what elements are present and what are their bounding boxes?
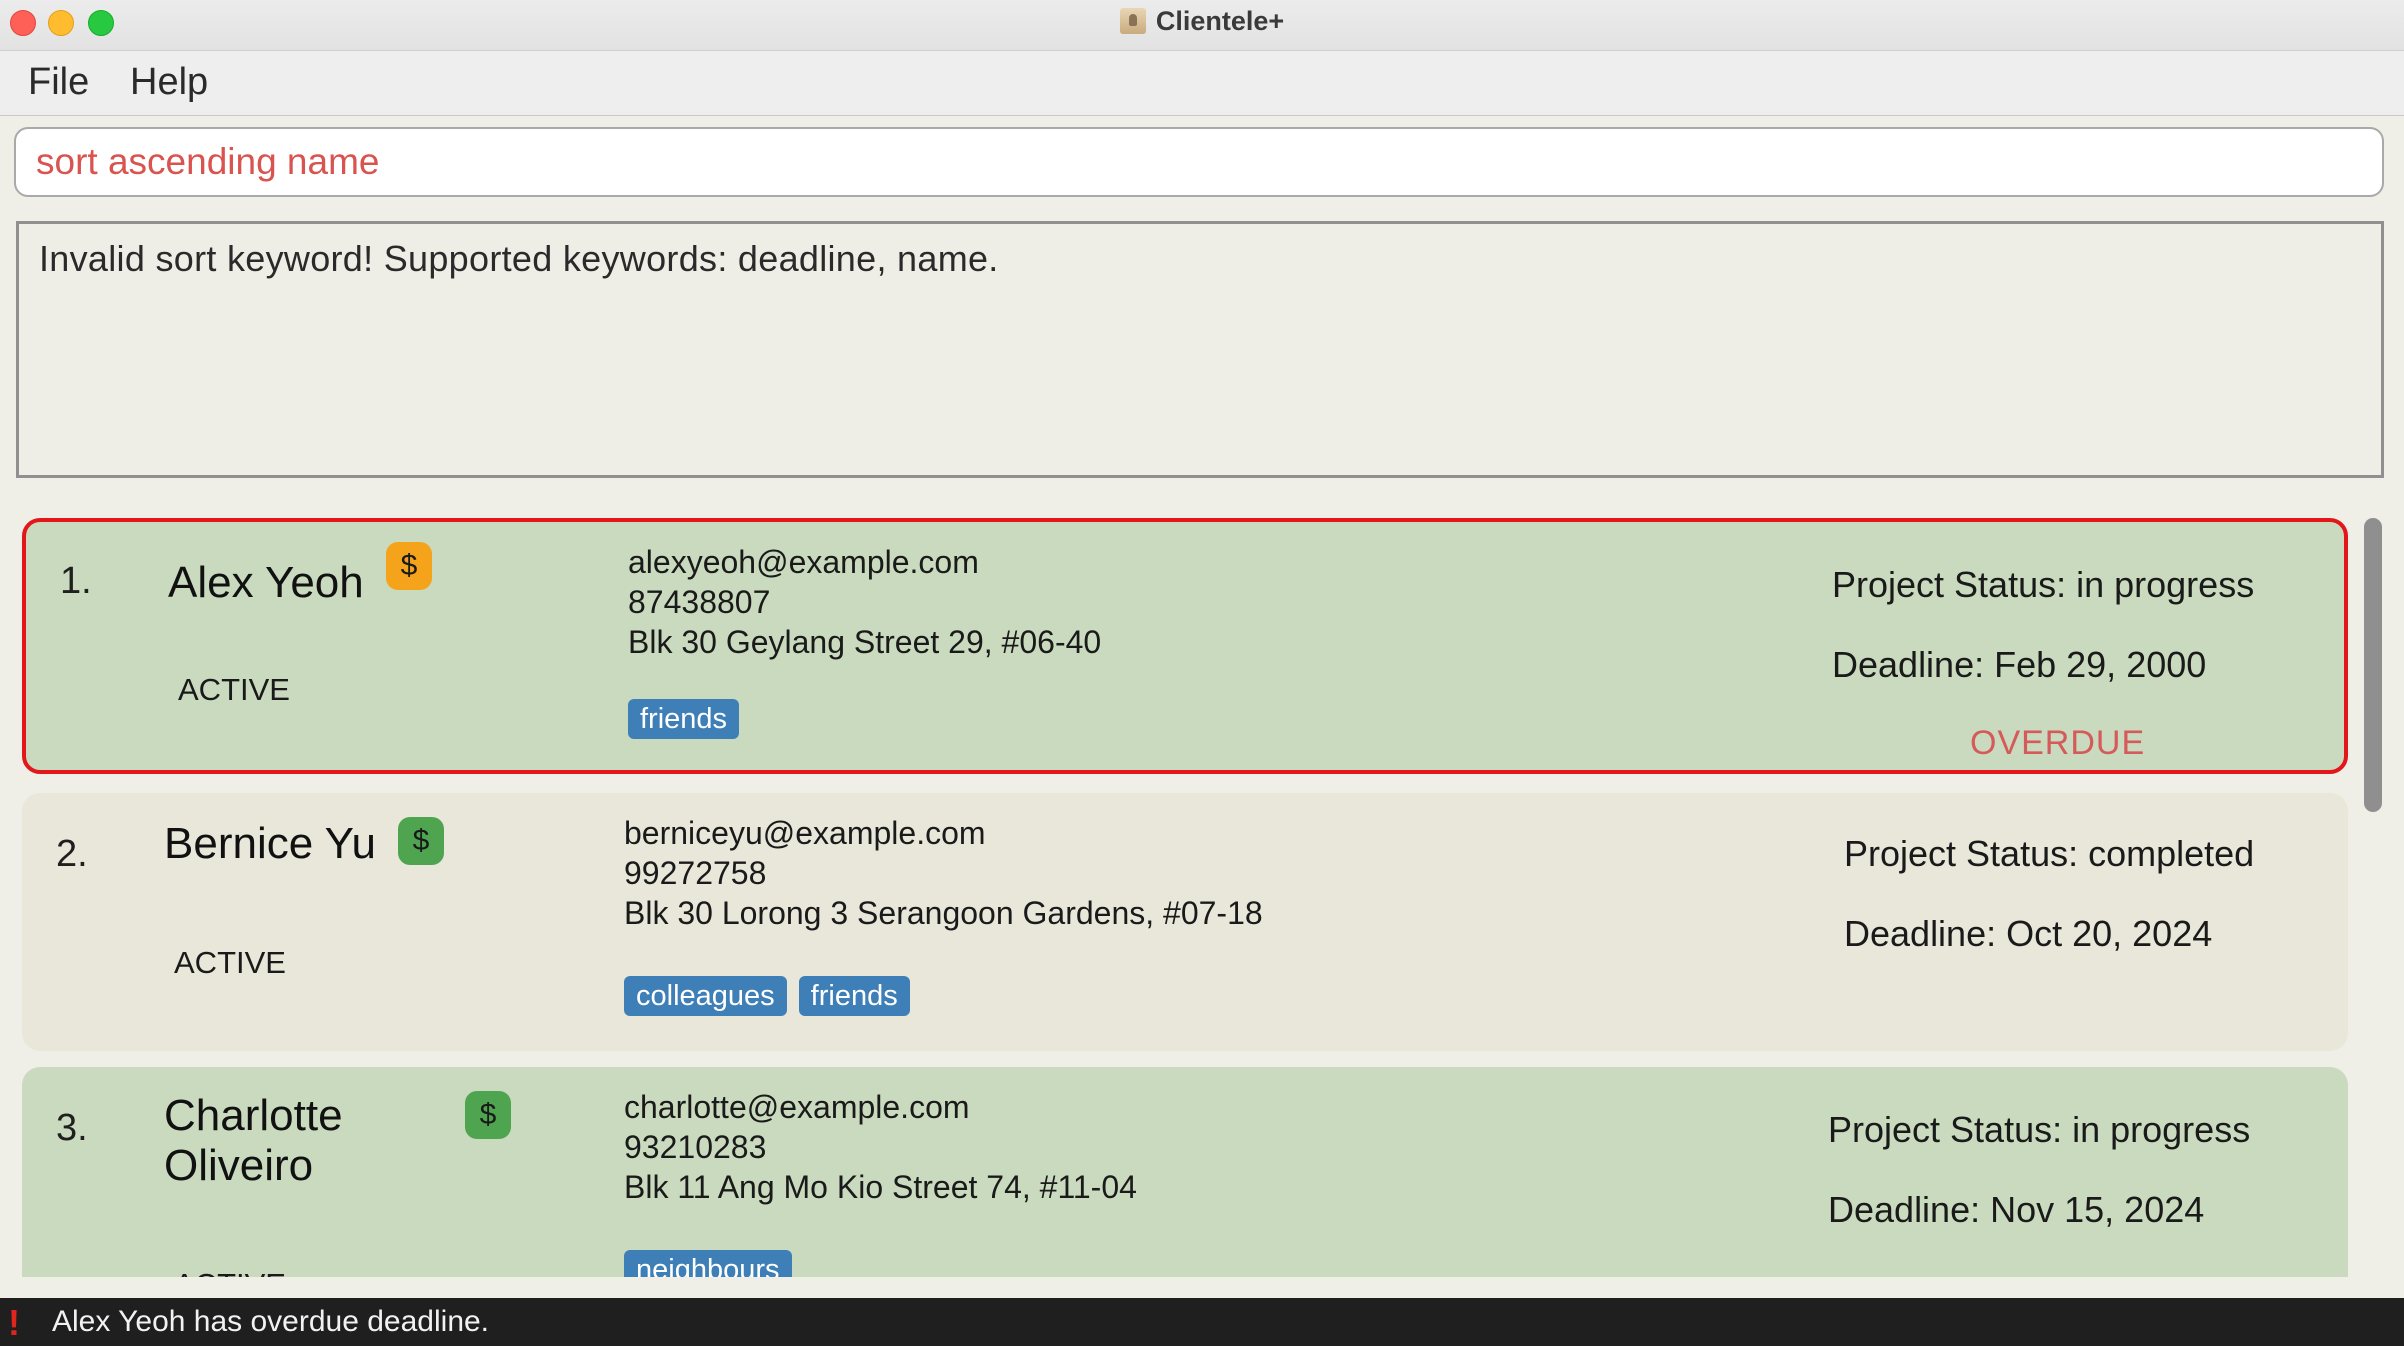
window-title: Clientele+ [1155,5,1285,36]
person-card[interactable]: 1. Alex Yeoh $ ACTIVE alexyeoh@example.c… [22,518,2348,774]
client-status-label: ACTIVE [174,945,286,980]
person-email: berniceyu@example.com [624,815,986,851]
result-display: Invalid sort keyword! Supported keywords… [16,221,2384,478]
person-phone: 93210283 [624,1129,767,1165]
person-card[interactable]: 2. Bernice Yu $ ACTIVE berniceyu@example… [22,793,2348,1051]
list-scrollbar[interactable] [2364,518,2382,812]
command-box[interactable] [14,127,2384,197]
person-name: Alex Yeoh [168,558,364,607]
menu-help[interactable]: Help [130,61,208,104]
person-name: Bernice Yu [164,819,377,868]
tag-list: neighbours [624,1250,792,1277]
person-email: charlotte@example.com [624,1089,970,1125]
status-message: Alex Yeoh has overdue deadline. [52,1305,490,1338]
payment-status-icon: $ [386,542,432,590]
menu-file[interactable]: File [28,61,89,104]
deadline: Deadline: Oct 20, 2024 [1844,913,2213,954]
status-bar: ! Alex Yeoh has overdue deadline. [0,1298,2404,1346]
tag-list: colleagues friends [624,976,910,1016]
person-address: Blk 30 Geylang Street 29, #06-40 [628,624,1102,660]
person-phone: 87438807 [628,584,771,620]
result-message: Invalid sort keyword! Supported keywords… [39,238,999,279]
overdue-label: OVERDUE [1970,724,2146,762]
person-name-line-2: Oliveiro [164,1141,314,1190]
deadline: Deadline: Nov 15, 2024 [1828,1189,2205,1230]
person-email: alexyeoh@example.com [628,544,979,580]
payment-status-icon: $ [465,1091,511,1139]
person-index: 3. [56,1107,88,1149]
command-input[interactable] [36,129,2362,195]
tag: friends [798,976,910,1016]
tag: neighbours [624,1250,792,1277]
client-status-label: ACTIVE [174,1267,286,1277]
deadline: Deadline: Feb 29, 2000 [1832,644,2207,685]
person-phone: 99272758 [624,855,767,891]
person-name-line-1: Charlotte [164,1091,343,1140]
person-address: Blk 11 Ang Mo Kio Street 74, #11-04 [624,1169,1137,1205]
exclamation-icon: ! [8,1302,20,1343]
project-status: Project Status: in progress [1828,1109,2251,1150]
person-list[interactable]: 1. Alex Yeoh $ ACTIVE alexyeoh@example.c… [0,505,2404,1277]
person-index: 1. [60,560,92,602]
tag-list: friends [628,699,740,739]
person-address: Blk 30 Lorong 3 Serangoon Gardens, #07-1… [624,895,1263,931]
payment-status-icon: $ [398,817,444,865]
title-wrap: Clientele+ [0,0,2404,42]
menu-bar: File Help [0,51,2404,116]
project-status: Project Status: completed [1844,833,2255,874]
person-card[interactable]: 3. Charlotte Oliveiro $ ACTIVE charlotte… [22,1067,2348,1277]
title-bar: Clientele+ [0,0,2404,51]
client-status-label: ACTIVE [178,672,290,707]
person-index: 2. [56,833,88,875]
tag: friends [628,699,740,739]
tag: colleagues [624,976,787,1016]
project-status: Project Status: in progress [1832,564,2255,605]
app-icon [1119,8,1146,34]
